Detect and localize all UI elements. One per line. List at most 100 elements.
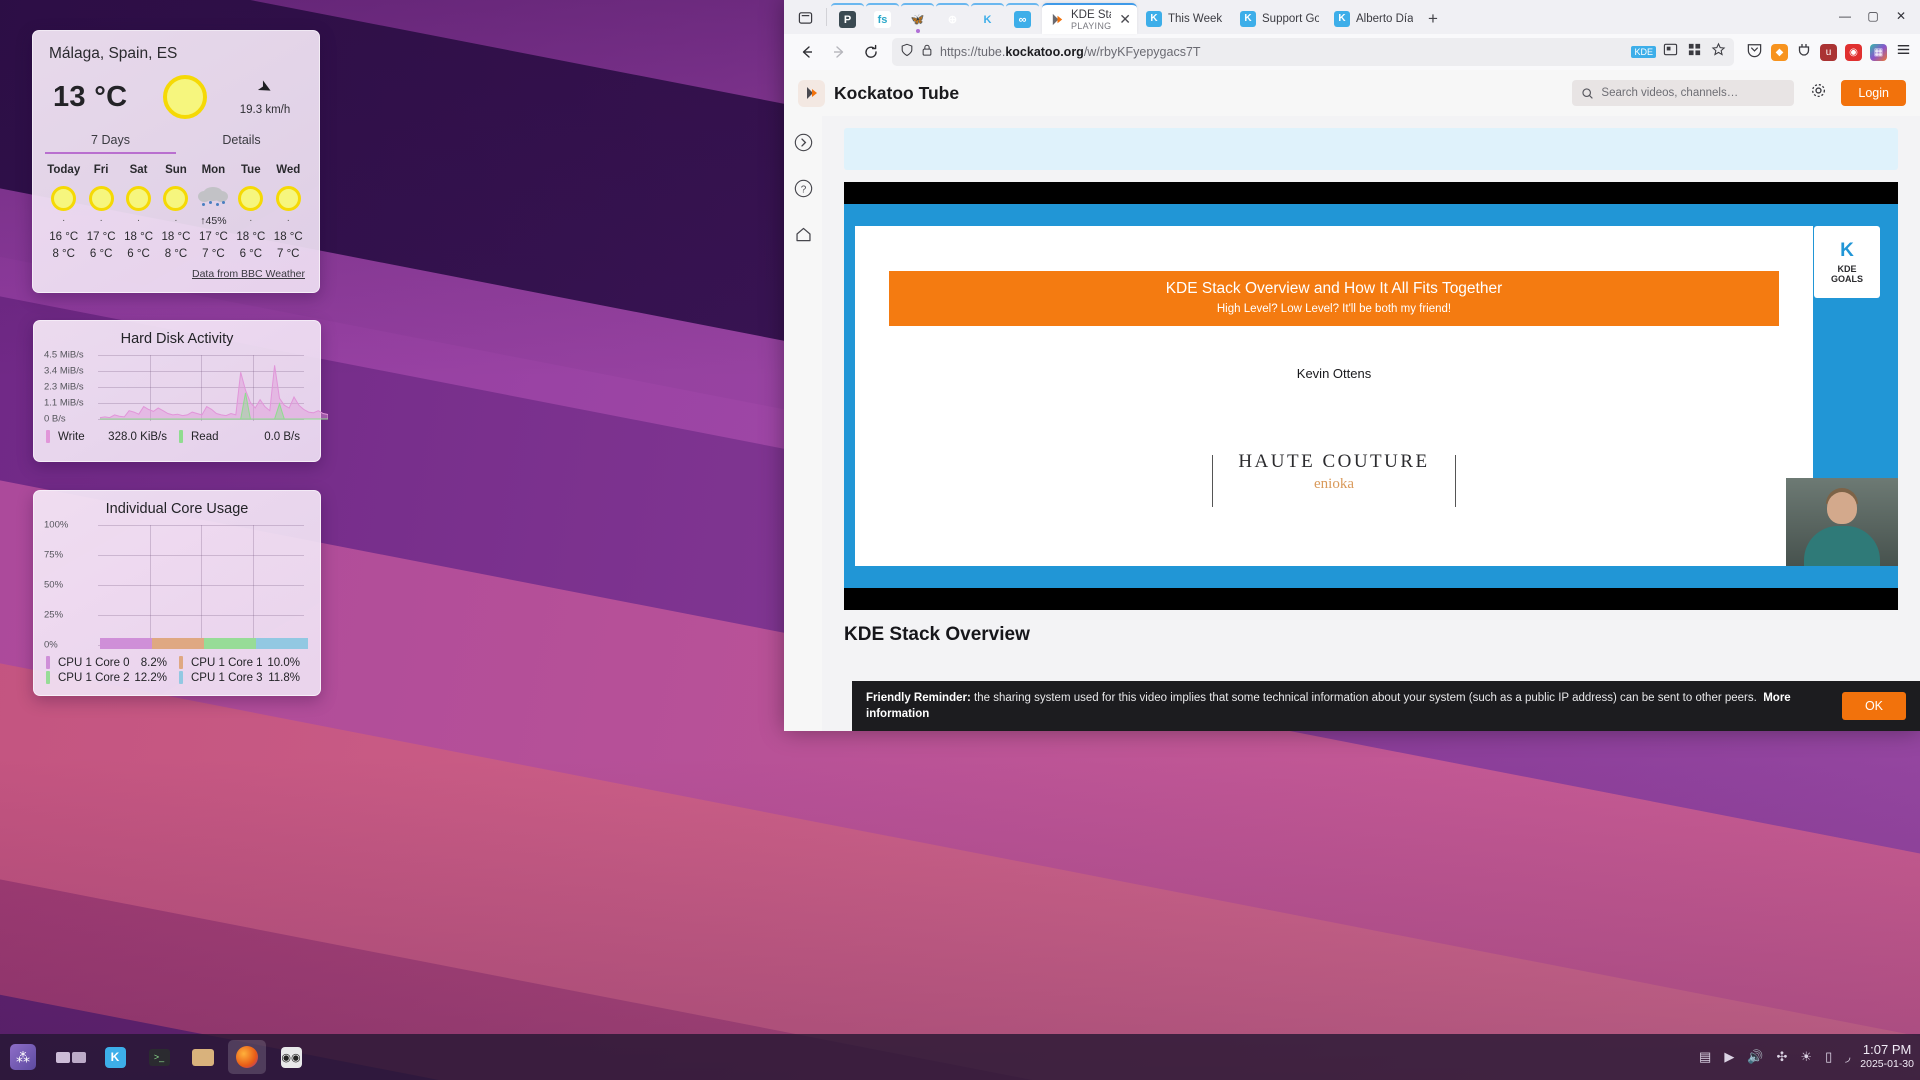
search-input[interactable]: Search videos, channels… bbox=[1572, 80, 1795, 106]
media-play-icon[interactable]: ▶ bbox=[1724, 1049, 1734, 1065]
extension-ublock-icon[interactable]: u bbox=[1820, 43, 1837, 61]
pinned-tabs: Pfs 🦋 ⊕ K ∞ bbox=[831, 3, 1039, 34]
extension-shield-icon[interactable]: ◉ bbox=[1845, 43, 1862, 61]
extensions-grid-icon[interactable] bbox=[1687, 42, 1702, 62]
device-icon[interactable]: ▯ bbox=[1825, 1049, 1832, 1065]
video-page-main: KDE Stack Overview and How It All Fits T… bbox=[822, 116, 1920, 731]
forecast-day: Wed · 18 °C 7 °C bbox=[270, 164, 307, 262]
nextcloud-tab[interactable]: ∞ bbox=[1006, 3, 1039, 34]
legend-label: CPU 1 Core 3 bbox=[191, 671, 263, 684]
reload-button[interactable] bbox=[856, 38, 886, 66]
legend-item: Read 0.0 B/s bbox=[177, 429, 310, 444]
browser-tab[interactable]: K This Week i bbox=[1138, 3, 1231, 34]
individual-core-usage-widget[interactable]: Individual Core Usage 100% 75% 50% 25% 0% CP… bbox=[33, 490, 321, 696]
page-viewport: Kockatoo Tube Search videos, channels… L… bbox=[784, 70, 1920, 731]
url-site-badge[interactable]: KDE bbox=[1631, 46, 1656, 58]
taskbar-app-files[interactable] bbox=[184, 1040, 222, 1074]
disk-widget-title: Hard Disk Activity bbox=[120, 331, 234, 347]
globe-tab[interactable]: ⊕ bbox=[936, 3, 969, 34]
forecast-low: 6 °C bbox=[89, 248, 113, 260]
sun-icon bbox=[275, 185, 301, 211]
browser-tab[interactable]: K Alberto Día bbox=[1326, 3, 1419, 34]
legend-swatch bbox=[46, 430, 50, 443]
digital-clock[interactable]: 1:07 PM 2025-01-30 bbox=[1860, 1042, 1920, 1072]
pocket-tab[interactable]: P bbox=[831, 3, 864, 34]
butterfly-tab[interactable]: 🦋 bbox=[901, 3, 934, 34]
tab-favicon: K bbox=[1146, 10, 1162, 27]
taskbar-app-media[interactable]: ◉◉ bbox=[272, 1040, 310, 1074]
address-bar[interactable]: https://tube.kockatoo.org/w/rbyKFyepygac… bbox=[892, 38, 1734, 66]
legend-value: 11.8% bbox=[268, 671, 300, 684]
weather-tabs: 7 Days Details bbox=[45, 133, 307, 154]
settings-gear-icon[interactable] bbox=[1810, 82, 1827, 104]
bookmark-star-icon[interactable] bbox=[1711, 42, 1726, 62]
chevron-right-icon[interactable] bbox=[791, 130, 815, 154]
kde-tab[interactable]: K bbox=[971, 3, 1004, 34]
volume-icon[interactable]: 🔊 bbox=[1747, 1049, 1763, 1065]
legend-value: 328.0 KiB/s bbox=[108, 430, 167, 443]
tab-close-icon[interactable]: ✕ bbox=[1119, 11, 1131, 28]
webcam-person-head bbox=[1827, 492, 1857, 524]
app-menu-icon[interactable] bbox=[1895, 41, 1912, 63]
core-usage-bar bbox=[152, 638, 204, 649]
home-icon[interactable] bbox=[791, 222, 815, 246]
privacy-ok-button[interactable]: OK bbox=[1841, 692, 1906, 720]
taskbar-app-kde[interactable]: K bbox=[96, 1040, 134, 1074]
tab-details[interactable]: Details bbox=[176, 133, 307, 154]
list-all-tabs-icon[interactable] bbox=[788, 0, 822, 34]
question-circle-icon[interactable]: ? bbox=[791, 176, 815, 200]
forecast-precip-prob: · bbox=[174, 215, 178, 226]
pocket-save-icon[interactable] bbox=[1746, 41, 1763, 63]
legend-label: CPU 1 Core 0 bbox=[58, 656, 130, 669]
kockatoo-logo-icon[interactable] bbox=[798, 79, 825, 107]
new-tab-button[interactable]: + bbox=[1419, 4, 1447, 34]
forecast-low: 8 °C bbox=[52, 248, 75, 260]
window-controls: — ▢ ✕ bbox=[1832, 4, 1920, 34]
taskbar-app-window[interactable] bbox=[52, 1040, 90, 1074]
browser-tab[interactable]: K Support Go bbox=[1232, 3, 1325, 34]
firefox-icon bbox=[236, 1046, 258, 1068]
clipboard-icon[interactable]: ▤ bbox=[1699, 1049, 1711, 1065]
login-button[interactable]: Login bbox=[1841, 80, 1906, 106]
site-brand[interactable]: Kockatoo Tube bbox=[834, 83, 959, 104]
screenshot-icon[interactable] bbox=[1663, 42, 1678, 62]
sun-icon bbox=[51, 185, 77, 211]
close-button[interactable]: ✕ bbox=[1888, 4, 1914, 28]
tracking-protection-shield-icon[interactable] bbox=[900, 43, 914, 62]
hard-disk-activity-widget[interactable]: Hard Disk Activity 4.5 MiB/s 3.4 MiB/s 2.3… bbox=[33, 320, 328, 462]
lock-icon[interactable] bbox=[921, 43, 933, 62]
network-icon[interactable]: ◞ bbox=[1845, 1049, 1850, 1065]
taskbar-app-firefox[interactable] bbox=[228, 1040, 266, 1074]
browser-nav-bar: https://tube.kockatoo.org/w/rbyKFyepygac… bbox=[784, 34, 1920, 70]
forecast-high: 17 °C bbox=[86, 231, 116, 243]
weather-data-credit[interactable]: Data from BBC Weather bbox=[45, 268, 307, 280]
extension-plug-icon[interactable] bbox=[1796, 42, 1812, 63]
legend-item: CPU 1 Core 1 10.0% bbox=[177, 655, 310, 670]
application-launcher-button[interactable]: ⁂ bbox=[0, 1044, 46, 1070]
minimize-button[interactable]: — bbox=[1832, 4, 1858, 28]
bluetooth-icon[interactable]: ✣ bbox=[1777, 1049, 1788, 1065]
forecast-day: Sun · 18 °C 8 °C bbox=[157, 164, 194, 262]
weather-widget[interactable]: Málaga, Spain, ES 13 °C ➤ 19.3 km/h 7 Da… bbox=[32, 30, 320, 293]
browser-tab[interactable]: KDE StackPLAYING ✕ bbox=[1042, 3, 1137, 34]
forecast-low: 6 °C bbox=[239, 248, 263, 260]
tab-7-days[interactable]: 7 Days bbox=[45, 133, 176, 154]
brightness-icon[interactable]: ☀ bbox=[1800, 1049, 1812, 1065]
gridline bbox=[201, 525, 202, 647]
axis-tick-label: 4.5 MiB/s bbox=[44, 349, 84, 361]
url-text[interactable]: https://tube.kockatoo.org/w/rbyKFyepygac… bbox=[940, 45, 1624, 59]
back-button[interactable] bbox=[792, 38, 822, 66]
fs-tab[interactable]: fs bbox=[866, 3, 899, 34]
extension-orange-icon[interactable]: ◆ bbox=[1771, 43, 1788, 61]
legend-label: CPU 1 Core 2 bbox=[58, 671, 130, 684]
maximize-button[interactable]: ▢ bbox=[1860, 4, 1886, 28]
kde-logo-icon: K bbox=[1840, 240, 1854, 261]
extension-colorful-icon[interactable]: ▦ bbox=[1870, 43, 1887, 61]
slide-canvas: KDE Stack Overview and How It All Fits T… bbox=[855, 226, 1813, 566]
firefox-window[interactable]: Pfs 🦋 ⊕ K ∞ KDE StackPLAYING ✕ K This Week i K Su… bbox=[784, 0, 1920, 731]
taskbar-app-konsole[interactable]: >_ bbox=[140, 1040, 178, 1074]
video-player[interactable]: KDE Stack Overview and How It All Fits T… bbox=[844, 182, 1898, 610]
search-placeholder: Search videos, channels… bbox=[1601, 87, 1739, 99]
terminal-icon: >_ bbox=[148, 1048, 170, 1066]
forward-button[interactable] bbox=[824, 38, 854, 66]
